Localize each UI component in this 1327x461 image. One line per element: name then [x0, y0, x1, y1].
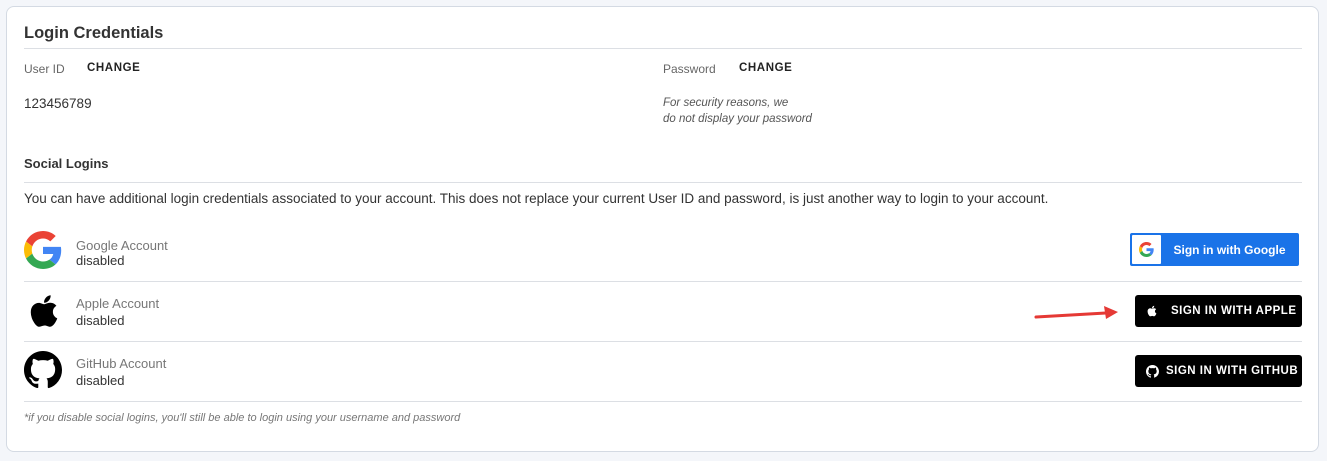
apple-account-status: disabled [76, 313, 125, 328]
login-credentials-card: Login Credentials User ID CHANGE 1234567… [6, 6, 1319, 452]
sign-in-with-github-button[interactable]: SIGN IN WITH GITHUB [1135, 355, 1302, 387]
section-title: Login Credentials [24, 24, 164, 42]
change-password-link[interactable]: CHANGE [739, 62, 792, 74]
password-note-line: For security reasons, we [663, 97, 789, 109]
password-note-line: do not display your password [663, 113, 812, 125]
google-button-label: Sign in with Google [1173, 242, 1286, 257]
google-account-status: disabled [76, 253, 125, 268]
apple-account-name: Apple Account [76, 296, 160, 311]
apple-icon [1137, 305, 1167, 317]
divider [24, 182, 1302, 183]
google-account-name: Google Account [76, 238, 168, 253]
social-logins-description: You can have additional login credential… [24, 191, 1049, 206]
github-account-status: disabled [76, 373, 125, 388]
github-account-name: GitHub Account [76, 356, 167, 371]
apple-icon [27, 292, 61, 330]
change-user-id-link[interactable]: CHANGE [87, 62, 140, 74]
apple-button-label: SIGN IN WITH APPLE [1171, 305, 1297, 317]
google-icon [24, 231, 62, 269]
divider [24, 48, 1302, 49]
password-note: For security reasons, we do not display … [663, 95, 812, 127]
annotation-arrow-icon [1034, 306, 1118, 319]
github-icon [1141, 364, 1163, 378]
user-id-label: User ID [24, 62, 65, 76]
password-label: Password [663, 62, 716, 76]
social-logins-title: Social Logins [24, 156, 109, 171]
divider [24, 281, 1302, 282]
social-logins-footnote: *if you disable social logins, you'll st… [24, 412, 461, 424]
sign-in-with-apple-button[interactable]: SIGN IN WITH APPLE [1135, 295, 1302, 327]
divider [24, 401, 1302, 402]
divider [24, 341, 1302, 342]
github-icon [24, 351, 62, 389]
github-button-label: SIGN IN WITH GITHUB [1166, 365, 1299, 377]
user-id-value: 123456789 [24, 96, 92, 111]
sign-in-with-google-button[interactable]: Sign in with Google [1130, 233, 1299, 266]
google-icon [1132, 235, 1161, 264]
